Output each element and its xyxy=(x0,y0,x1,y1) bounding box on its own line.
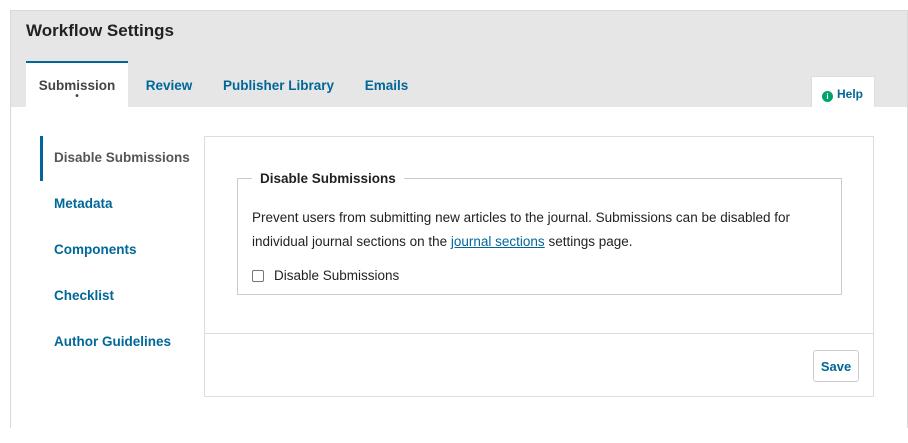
active-dot-icon: • xyxy=(75,91,79,102)
side-nav-item-metadata[interactable]: Metadata xyxy=(40,182,205,227)
disable-submissions-fieldset: Disable Submissions Prevent users from s… xyxy=(237,171,842,295)
side-nav-item-author-guidelines[interactable]: Author Guidelines xyxy=(40,320,205,365)
tab-submission[interactable]: Submission • xyxy=(26,61,128,108)
section-legend: Disable Submissions xyxy=(260,171,396,186)
disable-submissions-option[interactable]: Disable Submissions xyxy=(252,268,399,283)
side-nav-item-checklist[interactable]: Checklist xyxy=(40,274,205,319)
tab-publisher-library[interactable]: Publisher Library xyxy=(221,61,336,108)
section-description: Prevent users from submitting new articl… xyxy=(252,206,832,254)
side-nav-item-components[interactable]: Components xyxy=(40,228,205,273)
tab-emails[interactable]: Emails xyxy=(364,61,409,108)
tab-review[interactable]: Review xyxy=(144,61,194,108)
page-title: Workflow Settings xyxy=(26,21,174,40)
disable-submissions-checkbox[interactable] xyxy=(252,269,264,282)
help-label: Help xyxy=(837,87,864,101)
description-text-end: settings page. xyxy=(544,234,633,249)
form-footer: Save xyxy=(205,333,873,397)
checkbox-label[interactable]: Disable Submissions xyxy=(274,268,399,283)
save-button[interactable]: Save xyxy=(813,350,859,382)
info-icon: i xyxy=(822,91,833,102)
journal-sections-link[interactable]: journal sections xyxy=(451,234,545,249)
side-nav-item-disable-submissions[interactable]: Disable Submissions xyxy=(40,136,205,181)
settings-form: Disable Submissions Prevent users from s… xyxy=(204,136,874,397)
help-button[interactable]: i Help xyxy=(811,76,875,108)
